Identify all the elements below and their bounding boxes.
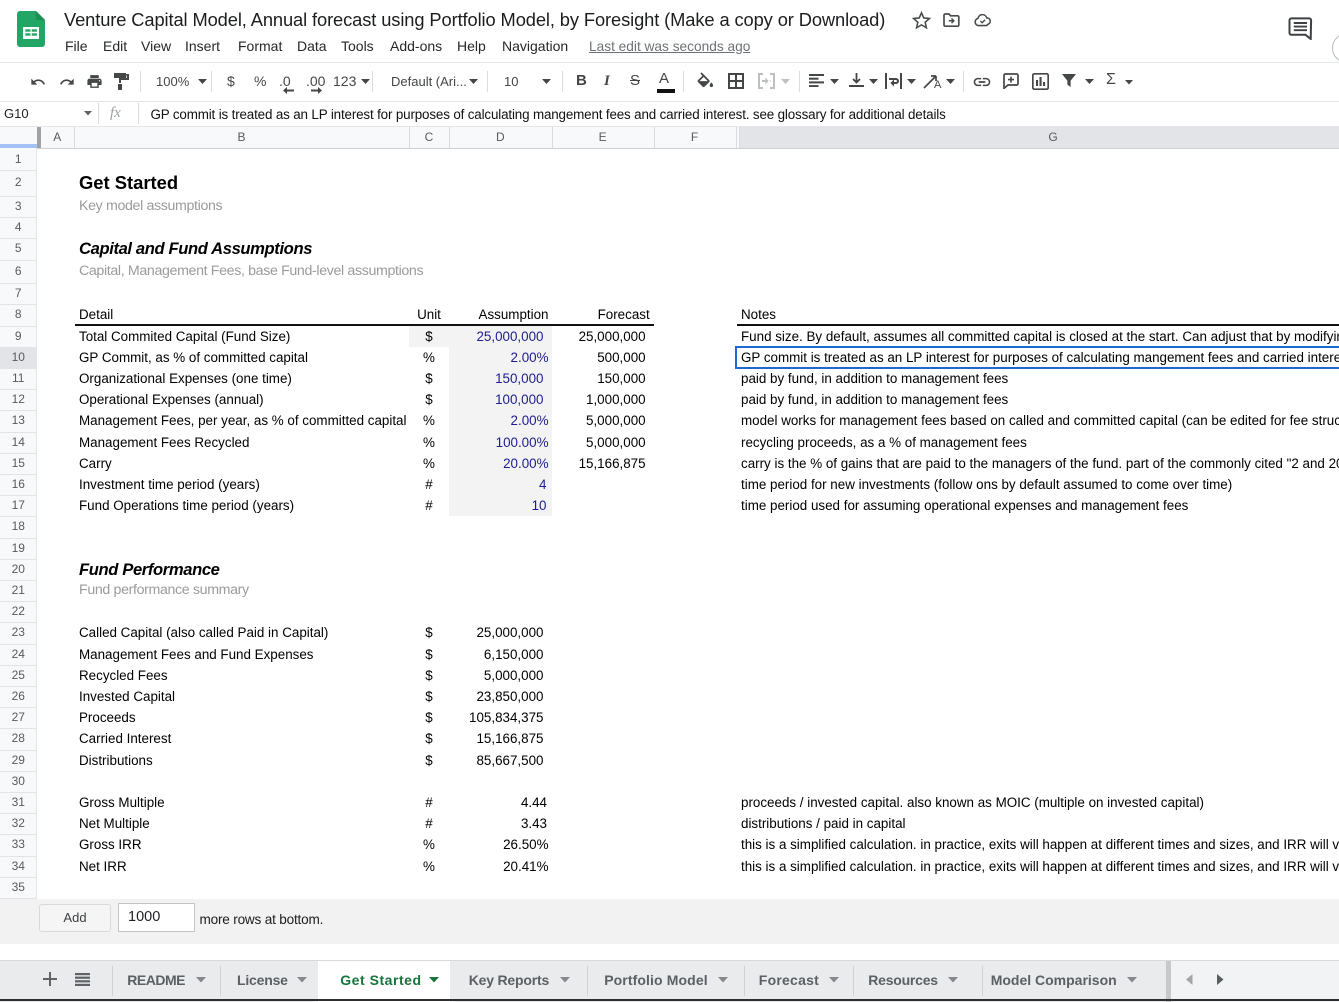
svg-text:A: A	[934, 79, 942, 89]
